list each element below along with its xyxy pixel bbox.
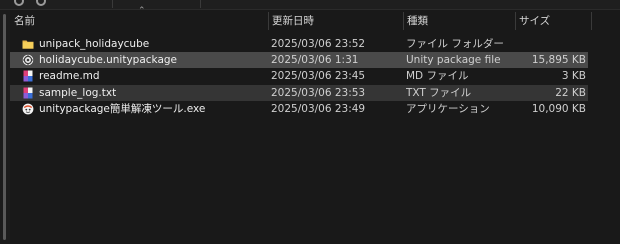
column-header-row: 名前 更新日時 種類 サイズ: [10, 10, 620, 32]
file-name: unitypackage簡単解凍ツール.exe: [39, 102, 206, 115]
column-header-date-label: 更新日時: [272, 15, 314, 27]
file-date: 2025/03/06 23:52: [271, 38, 366, 50]
file-type: アプリケーション: [406, 102, 490, 115]
column-header-name[interactable]: 名前: [10, 10, 268, 32]
file-row[interactable]: holidaycube.unitypackage 2025/03/06 1:31…: [10, 52, 588, 69]
nav-pane-edge: [0, 10, 10, 244]
exe-app-icon: [22, 103, 34, 115]
column-header-type-label: 種類: [407, 15, 428, 27]
nav-pane-scrollbar[interactable]: [3, 14, 6, 240]
file-type: ファイル フォルダー: [406, 38, 504, 50]
file-row[interactable]: sample_log.txt 2025/03/06 23:53 TXT ファイル…: [10, 84, 588, 101]
file-row[interactable]: unitypackage簡単解凍ツール.exe 2025/03/06 23:49…: [10, 101, 588, 117]
file-name-cell: sample_log.txt: [22, 85, 268, 101]
toolbar-divider: [112, 0, 113, 8]
unity-package-icon: [22, 54, 34, 66]
file-name: unipack_holidaycube: [39, 38, 150, 50]
file-name: readme.md: [39, 70, 100, 83]
file-row[interactable]: unipack_holidaycube 2025/03/06 23:52 ファイ…: [10, 36, 588, 52]
column-header-date[interactable]: 更新日時: [268, 10, 403, 32]
column-header-name-label: 名前: [14, 15, 35, 27]
toolbar-divider: [200, 0, 201, 8]
file-name-cell: readme.md: [22, 68, 268, 84]
file-name: holidaycube.unitypackage: [39, 54, 178, 67]
file-size: 22 KB: [555, 86, 586, 99]
column-header-size-label: サイズ: [519, 15, 551, 27]
file-date: 2025/03/06 23:53: [271, 86, 366, 99]
file-size: 15,895 KB: [531, 54, 586, 67]
file-type: MD ファイル: [406, 70, 469, 83]
file-name-cell: holidaycube.unitypackage: [22, 52, 268, 68]
column-header-type[interactable]: 種類: [403, 10, 517, 32]
share-icon[interactable]: [36, 0, 46, 6]
file-name: sample_log.txt: [39, 86, 117, 99]
text-file-icon: [23, 87, 33, 99]
file-explorer-window: ⌃ 名前 更新日時 種類 サイズ unipack_holidaycube 202…: [0, 0, 620, 244]
markdown-file-icon: [23, 70, 33, 82]
refresh-icon[interactable]: [14, 0, 24, 6]
file-name-cell: unipack_holidaycube: [22, 36, 268, 52]
file-size: 3 KB: [561, 70, 586, 83]
column-header-size[interactable]: サイズ: [515, 10, 592, 32]
folder-icon: [22, 40, 34, 49]
file-row[interactable]: readme.md 2025/03/06 23:45 MD ファイル 3 KB: [10, 68, 588, 84]
file-size: 10,090 KB: [531, 102, 586, 115]
file-date: 2025/03/06 23:49: [271, 102, 366, 115]
file-date: 2025/03/06 1:31: [271, 54, 359, 67]
file-type: TXT ファイル: [406, 86, 472, 99]
file-size: [522, 36, 586, 52]
file-name-cell: unitypackage簡単解凍ツール.exe: [22, 101, 268, 117]
file-list: unipack_holidaycube 2025/03/06 23:52 ファイ…: [10, 36, 588, 117]
toolbar-strip: [0, 0, 620, 10]
file-type: Unity package file: [406, 54, 501, 67]
file-date: 2025/03/06 23:45: [271, 70, 366, 83]
